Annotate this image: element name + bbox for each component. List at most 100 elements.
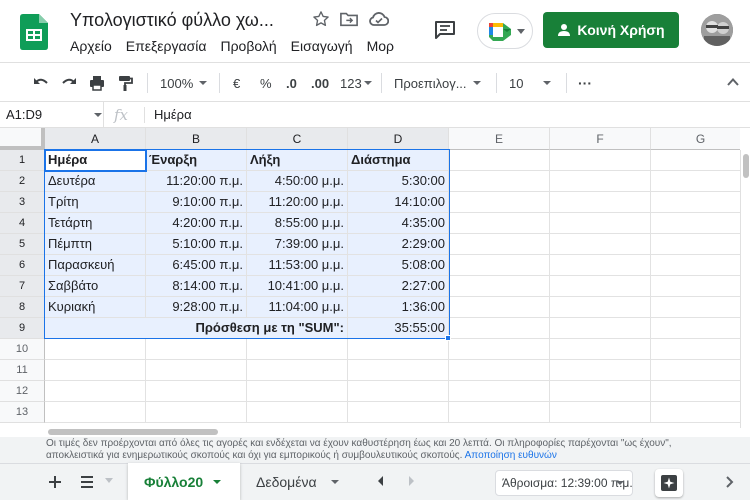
- font-family-select[interactable]: Προεπιλογ...: [394, 63, 489, 103]
- grid-cell[interactable]: [146, 381, 247, 402]
- horizontal-scroll-thumb[interactable]: [48, 429, 218, 435]
- data-cell[interactable]: 5:08:00: [348, 255, 449, 276]
- header-cell[interactable]: Λήξη: [247, 150, 348, 171]
- grid-cell[interactable]: [348, 402, 449, 423]
- data-cell[interactable]: 9:10:00 π.μ.: [146, 192, 247, 213]
- data-cell[interactable]: 7:39:00 μ.μ.: [247, 234, 348, 255]
- explore-button[interactable]: [655, 469, 683, 497]
- row-header-9[interactable]: 9: [0, 318, 45, 339]
- column-header-d[interactable]: D: [348, 128, 449, 150]
- column-header-g[interactable]: G: [651, 128, 740, 150]
- more-options-button[interactable]: ···: [578, 63, 592, 103]
- grid-cell[interactable]: [449, 213, 550, 234]
- grid-cell[interactable]: [449, 234, 550, 255]
- row-header-12[interactable]: 12: [0, 381, 45, 402]
- document-title[interactable]: Υπολογιστικό φύλλο χω...: [70, 10, 302, 31]
- grid-cell[interactable]: [247, 339, 348, 360]
- grid-cell[interactable]: [247, 381, 348, 402]
- grid-cell[interactable]: [550, 318, 651, 339]
- data-cell[interactable]: 4:20:00 π.μ.: [146, 213, 247, 234]
- grid-cell[interactable]: [651, 276, 740, 297]
- grid-cell[interactable]: [651, 192, 740, 213]
- data-cell[interactable]: 11:20:00 π.μ.: [146, 171, 247, 192]
- menu-insert[interactable]: Εισαγωγή: [291, 38, 353, 54]
- grid-cell[interactable]: [348, 381, 449, 402]
- data-cell[interactable]: 11:04:00 μ.μ.: [247, 297, 348, 318]
- data-cell[interactable]: 5:10:00 π.μ.: [146, 234, 247, 255]
- menu-file[interactable]: Αρχείο: [70, 38, 112, 54]
- row-header-3[interactable]: 3: [0, 192, 45, 213]
- vertical-scrollbar[interactable]: [740, 150, 750, 428]
- grid-cell[interactable]: [651, 339, 740, 360]
- grid-cell[interactable]: [146, 339, 247, 360]
- paint-format-button[interactable]: [116, 63, 134, 103]
- row-header-7[interactable]: 7: [0, 276, 45, 297]
- grid-cell[interactable]: [449, 318, 550, 339]
- grid-cell[interactable]: [45, 381, 146, 402]
- grid-cell[interactable]: [651, 255, 740, 276]
- header-cell[interactable]: Ημέρα: [45, 150, 146, 171]
- grid-cell[interactable]: [550, 381, 651, 402]
- grid-cell[interactable]: [651, 381, 740, 402]
- collapse-toolbar-icon[interactable]: [727, 76, 739, 88]
- grid-cell[interactable]: [550, 276, 651, 297]
- data-cell[interactable]: 2:29:00: [348, 234, 449, 255]
- data-cell[interactable]: 9:28:00 π.μ.: [146, 297, 247, 318]
- sum-value-cell[interactable]: 35:55:00: [348, 318, 449, 339]
- scroll-tabs-right-icon[interactable]: [404, 474, 418, 488]
- menu-edit[interactable]: Επεξεργασία: [126, 38, 207, 54]
- disclaimer-link[interactable]: Αποποίηση ευθυνών: [465, 450, 557, 461]
- grid-cell[interactable]: [247, 402, 348, 423]
- grid-cell[interactable]: [449, 276, 550, 297]
- grid-cell[interactable]: [550, 171, 651, 192]
- star-icon[interactable]: [312, 10, 330, 28]
- comment-icon[interactable]: [434, 20, 456, 40]
- data-cell[interactable]: 14:10:00: [348, 192, 449, 213]
- row-header-5[interactable]: 5: [0, 234, 45, 255]
- redo-button[interactable]: [60, 63, 78, 103]
- grid-cell[interactable]: [449, 192, 550, 213]
- scroll-tabs-left-icon[interactable]: [374, 474, 388, 488]
- column-header-b[interactable]: B: [146, 128, 247, 150]
- meet-button[interactable]: [477, 13, 533, 49]
- grid-cell[interactable]: [651, 150, 740, 171]
- data-cell[interactable]: 11:20:00 μ.μ.: [247, 192, 348, 213]
- cloud-status-icon[interactable]: [369, 12, 389, 26]
- sheet-tab[interactable]: Δεδομένα: [256, 464, 339, 500]
- row-header-2[interactable]: 2: [0, 171, 45, 192]
- header-cell[interactable]: Έναρξη: [146, 150, 247, 171]
- zoom-select[interactable]: 100%: [160, 63, 208, 103]
- row-header-11[interactable]: 11: [0, 360, 45, 381]
- print-button[interactable]: [88, 63, 106, 103]
- row-header-6[interactable]: 6: [0, 255, 45, 276]
- header-cell[interactable]: Διάστημα: [348, 150, 449, 171]
- grid-cell[interactable]: [651, 360, 740, 381]
- decrease-decimal-button[interactable]: .0: [286, 63, 297, 103]
- data-cell[interactable]: Σαββάτο: [45, 276, 146, 297]
- name-box[interactable]: A1:D9: [0, 102, 104, 128]
- grid-cell[interactable]: [247, 360, 348, 381]
- data-cell[interactable]: 6:45:00 π.μ.: [146, 255, 247, 276]
- grid-cell[interactable]: [449, 150, 550, 171]
- column-header-f[interactable]: F: [550, 128, 651, 150]
- sum-readout[interactable]: Άθροισμα: 12:39:00 π.μ.: [495, 470, 633, 496]
- data-cell[interactable]: 11:53:00 μ.μ.: [247, 255, 348, 276]
- fill-handle[interactable]: [445, 335, 451, 341]
- grid-cell[interactable]: [651, 234, 740, 255]
- increase-decimal-button[interactable]: .00: [311, 63, 329, 103]
- grid-cell[interactable]: [348, 360, 449, 381]
- data-cell[interactable]: Πέμπτη: [45, 234, 146, 255]
- grid-cell[interactable]: [550, 213, 651, 234]
- all-sheets-icon[interactable]: [78, 473, 96, 491]
- data-cell[interactable]: 1:36:00: [348, 297, 449, 318]
- grid-cell[interactable]: [550, 255, 651, 276]
- data-cell[interactable]: Κυριακή: [45, 297, 146, 318]
- select-all-corner[interactable]: [0, 128, 45, 150]
- column-header-e[interactable]: E: [449, 128, 550, 150]
- grid-cell[interactable]: [651, 318, 740, 339]
- font-size-select[interactable]: 10: [509, 63, 561, 103]
- row-header-8[interactable]: 8: [0, 297, 45, 318]
- grid-cell[interactable]: [449, 339, 550, 360]
- data-cell[interactable]: 8:55:00 μ.μ.: [247, 213, 348, 234]
- data-cell[interactable]: 5:30:00: [348, 171, 449, 192]
